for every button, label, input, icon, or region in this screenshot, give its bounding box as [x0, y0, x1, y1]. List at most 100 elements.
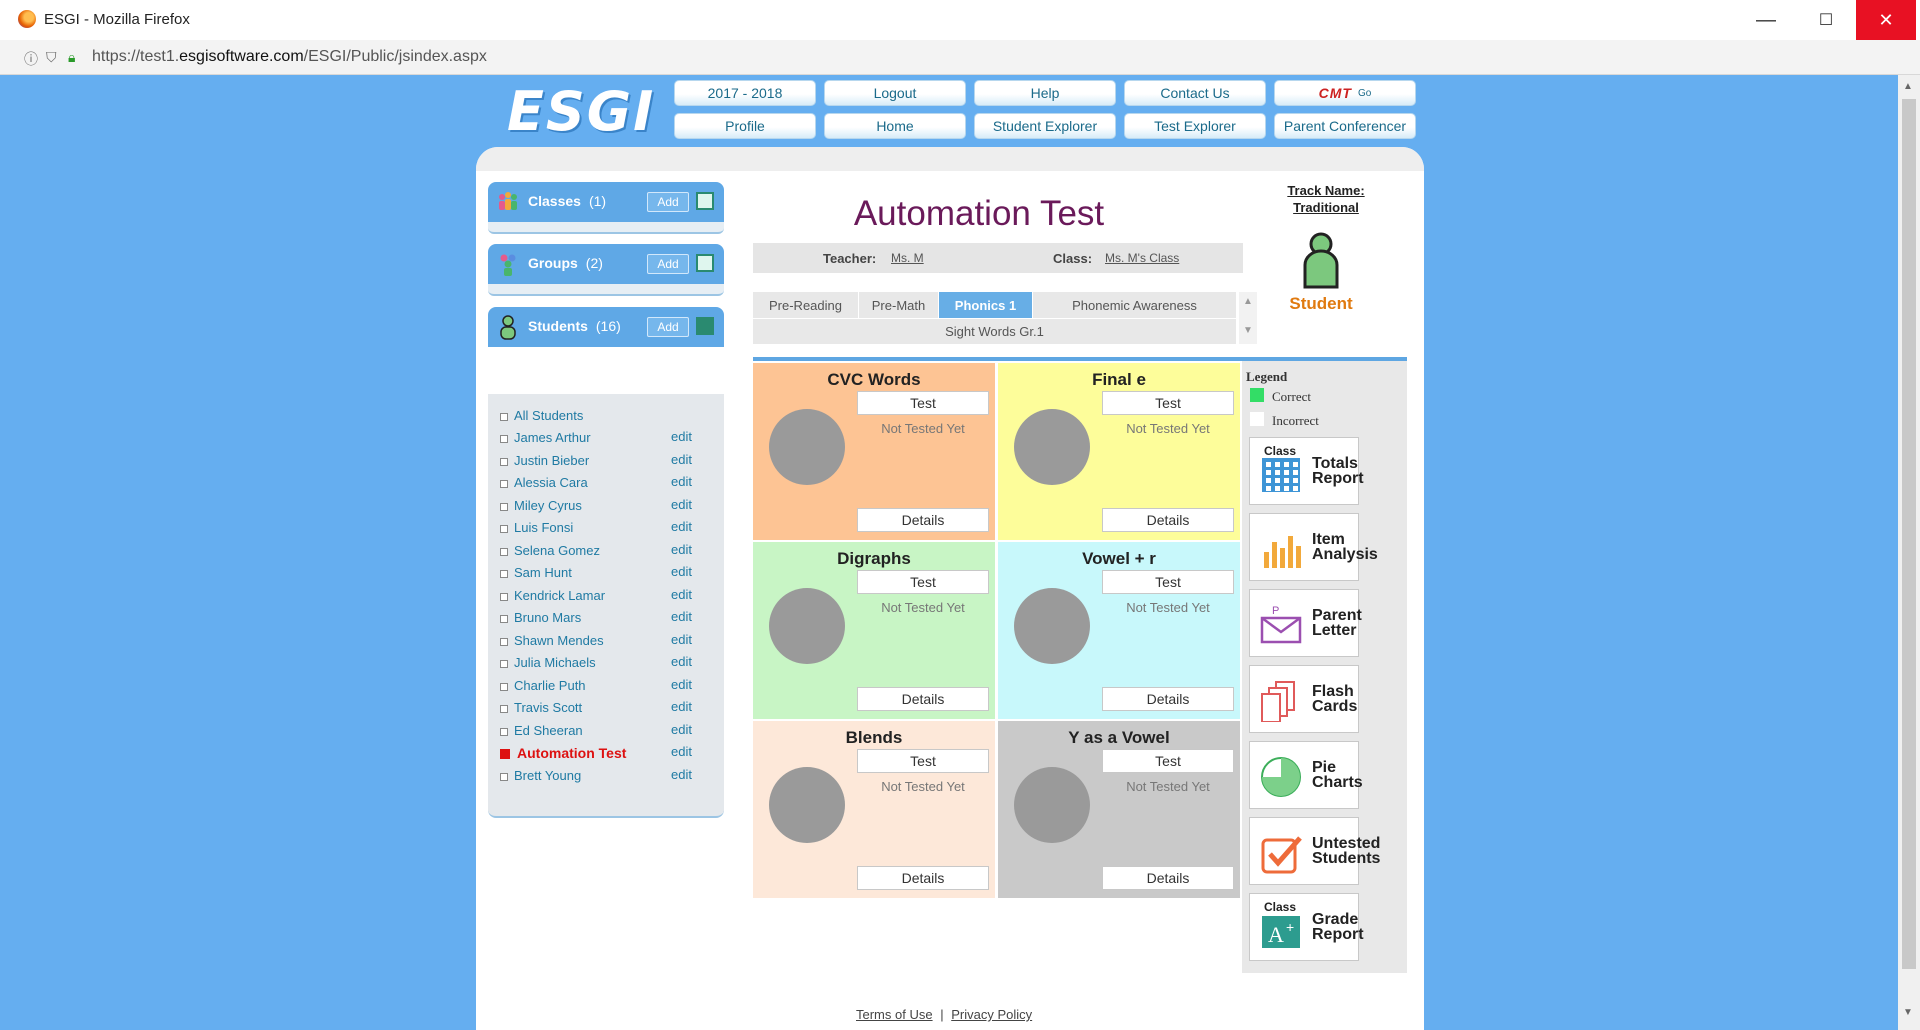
edit-student-link[interactable]: edit: [671, 699, 692, 714]
student-name[interactable]: Shawn Mendes: [514, 633, 604, 648]
page-scrollbar[interactable]: ▲ ▼: [1898, 75, 1920, 1030]
list-item-all-students[interactable]: All Students: [500, 407, 720, 427]
details-button[interactable]: Details: [1102, 508, 1234, 532]
test-button[interactable]: Test: [1102, 570, 1234, 594]
edit-student-link[interactable]: edit: [671, 587, 692, 602]
tabs-scroll-up-icon[interactable]: ▲: [1239, 296, 1257, 307]
report-button-untested[interactable]: Untested Students: [1249, 817, 1380, 885]
students-panel-header[interactable]: Students (16) Add: [488, 307, 724, 347]
details-button[interactable]: Details: [857, 866, 989, 890]
add-group-button[interactable]: Add: [647, 254, 689, 274]
list-item-student[interactable]: Luis Fonsi edit: [500, 519, 720, 539]
groups-expand-icon[interactable]: [696, 254, 714, 272]
report-button-parent[interactable]: P Parent Letter: [1249, 589, 1362, 657]
score-pie-icon[interactable]: [769, 767, 845, 843]
list-item-student[interactable]: Brett Young edit: [500, 767, 720, 787]
test-button[interactable]: Test: [1102, 391, 1234, 415]
details-button[interactable]: Details: [857, 687, 989, 711]
student-name[interactable]: Luis Fonsi: [514, 520, 573, 535]
add-class-button[interactable]: Add: [647, 192, 689, 212]
score-pie-icon[interactable]: [1014, 588, 1090, 664]
edit-student-link[interactable]: edit: [671, 767, 692, 782]
minimize-button[interactable]: —: [1736, 0, 1796, 40]
report-button-totals[interactable]: Class Totals Report: [1249, 437, 1364, 505]
test-button[interactable]: Test: [857, 749, 989, 773]
classes-expand-icon[interactable]: [696, 192, 714, 210]
student-name[interactable]: Brett Young: [514, 768, 581, 783]
score-pie-icon[interactable]: [769, 409, 845, 485]
report-button-pie[interactable]: Pie Charts: [1249, 741, 1363, 809]
score-pie-icon[interactable]: [769, 588, 845, 664]
student-name[interactable]: Charlie Puth: [514, 678, 586, 693]
score-pie-icon[interactable]: [1014, 767, 1090, 843]
edit-student-link[interactable]: edit: [671, 564, 692, 579]
parent-conferencer-button[interactable]: Parent Conferencer: [1274, 113, 1416, 139]
list-item-student[interactable]: Travis Scott edit: [500, 699, 720, 719]
edit-student-link[interactable]: edit: [671, 497, 692, 512]
groups-panel-header[interactable]: Groups (2) Add: [488, 244, 724, 284]
school-year-button[interactable]: 2017 - 2018: [674, 80, 816, 106]
student-name[interactable]: Alessia Cara: [514, 475, 588, 490]
student-name[interactable]: Ed Sheeran: [514, 723, 583, 738]
contact-us-button[interactable]: Contact Us: [1124, 80, 1266, 106]
student-name[interactable]: Julia Michaels: [514, 655, 596, 670]
tab-phonics-1[interactable]: Phonics 1: [939, 292, 1033, 318]
tab-phonemic-awareness[interactable]: Phonemic Awareness: [1033, 292, 1237, 318]
tab-pre-reading[interactable]: Pre-Reading: [753, 292, 859, 318]
edit-student-link[interactable]: edit: [671, 474, 692, 489]
scroll-thumb[interactable]: [1902, 99, 1916, 969]
test-explorer-button[interactable]: Test Explorer: [1124, 113, 1266, 139]
list-item-student[interactable]: Shawn Mendes edit: [500, 632, 720, 652]
class-link[interactable]: Ms. M's Class: [1105, 251, 1179, 265]
scroll-down-icon[interactable]: ▼: [1903, 1007, 1913, 1018]
details-button[interactable]: Details: [1102, 687, 1234, 711]
help-button[interactable]: Help: [974, 80, 1116, 106]
list-item-student[interactable]: Bruno Mars edit: [500, 609, 720, 629]
edit-student-link[interactable]: edit: [671, 542, 692, 557]
test-button[interactable]: Test: [857, 391, 989, 415]
edit-student-link[interactable]: edit: [671, 429, 692, 444]
add-student-button[interactable]: Add: [647, 317, 689, 337]
edit-student-link[interactable]: edit: [671, 632, 692, 647]
student-name[interactable]: Automation Test: [517, 745, 626, 761]
cmt-button[interactable]: CMT Go: [1274, 80, 1416, 106]
privacy-link[interactable]: Privacy Policy: [951, 1007, 1032, 1022]
edit-student-link[interactable]: edit: [671, 519, 692, 534]
details-button[interactable]: Details: [1102, 866, 1234, 890]
list-item-student[interactable]: Miley Cyrus edit: [500, 497, 720, 517]
student-name[interactable]: Justin Bieber: [514, 453, 589, 468]
maximize-button[interactable]: ☐: [1796, 0, 1856, 40]
list-item-student[interactable]: Automation Test edit: [500, 744, 720, 764]
tab-pre-math[interactable]: Pre-Math: [859, 292, 939, 318]
student-name[interactable]: Sam Hunt: [514, 565, 572, 580]
classes-panel-header[interactable]: Classes (1) Add: [488, 182, 724, 222]
url-text[interactable]: https://test1.esgisoftware.com/ESGI/Publ…: [92, 48, 487, 66]
track-name[interactable]: Track Name: Traditional: [1271, 182, 1381, 216]
list-item-student[interactable]: Charlie Puth edit: [500, 677, 720, 697]
tab-sight-words-gr1[interactable]: Sight Words Gr.1: [753, 318, 1237, 344]
list-item-student[interactable]: James Arthur edit: [500, 429, 720, 449]
student-explorer-button[interactable]: Student Explorer: [974, 113, 1116, 139]
profile-button[interactable]: Profile: [674, 113, 816, 139]
list-item-student[interactable]: Ed Sheeran edit: [500, 722, 720, 742]
report-button-item[interactable]: Item Analysis: [1249, 513, 1378, 581]
address-bar[interactable]: ⓘ ⛉ 🔒︎ https://test1.esgisoftware.com/ES…: [0, 40, 1920, 75]
lock-icon[interactable]: 🔒︎: [68, 49, 75, 66]
home-button[interactable]: Home: [824, 113, 966, 139]
teacher-link[interactable]: Ms. M: [891, 251, 924, 265]
student-name[interactable]: Travis Scott: [514, 700, 582, 715]
report-button-grade[interactable]: Class A + Grade Report: [1249, 893, 1364, 961]
close-button[interactable]: ✕: [1856, 0, 1916, 40]
report-button-flash[interactable]: Flash Cards: [1249, 665, 1359, 733]
list-item-student[interactable]: Julia Michaels edit: [500, 654, 720, 674]
scroll-up-icon[interactable]: ▲: [1903, 81, 1913, 92]
list-item-student[interactable]: Selena Gomez edit: [500, 542, 720, 562]
test-button[interactable]: Test: [1102, 749, 1234, 773]
edit-student-link[interactable]: edit: [671, 654, 692, 669]
list-item-student[interactable]: Alessia Cara edit: [500, 474, 720, 494]
list-item-student[interactable]: Justin Bieber edit: [500, 452, 720, 472]
esgi-logo[interactable]: ESGI: [507, 80, 655, 143]
student-name[interactable]: Bruno Mars: [514, 610, 581, 625]
edit-student-link[interactable]: edit: [671, 722, 692, 737]
logout-button[interactable]: Logout: [824, 80, 966, 106]
